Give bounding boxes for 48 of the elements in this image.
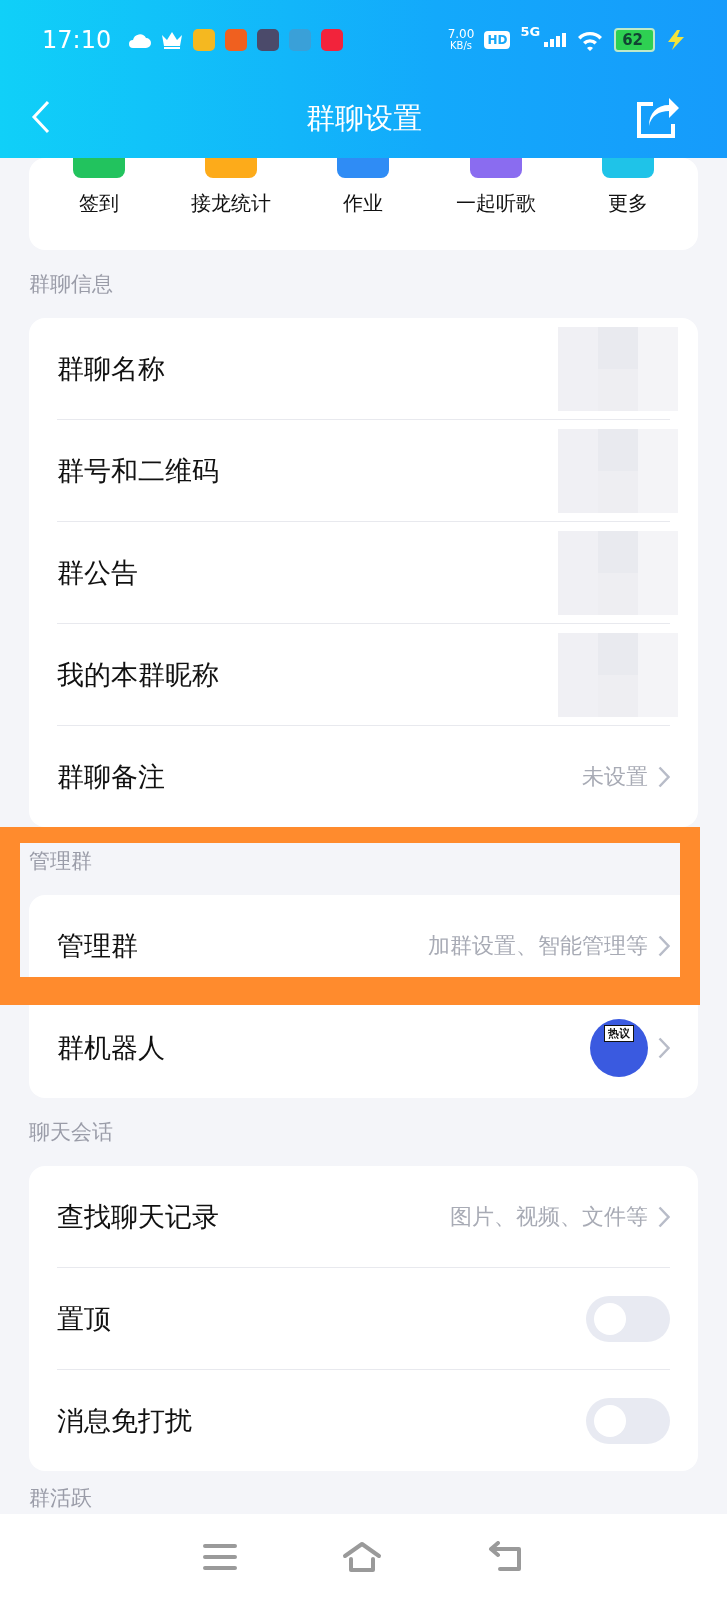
menu-icon[interactable] [202, 1543, 237, 1571]
section-title: 群聊信息 [29, 273, 113, 295]
setting-label[interactable]: 群聊备注 [57, 758, 165, 795]
section-title: 聊天会话 [29, 1121, 113, 1143]
action-label[interactable]: 更多 [607, 190, 648, 217]
network-label: 5G [520, 24, 541, 39]
action-label[interactable]: 签到 [79, 190, 120, 217]
setting-label[interactable]: 群聊名称 [57, 350, 165, 387]
setting-value: 图片、视频、文件等 [450, 1202, 648, 1231]
setting-label[interactable]: 消息免打扰 [57, 1402, 192, 1439]
setting-value: 未设置 [582, 762, 648, 791]
setting-label[interactable]: 我的本群昵称 [57, 656, 219, 693]
battery-level: 62 [614, 28, 655, 52]
section-title: 管理群 [29, 850, 92, 872]
avatar-badge: 热议 [604, 1024, 634, 1042]
action-label[interactable]: 接龙统计 [191, 190, 272, 217]
setting-label[interactable]: 群公告 [57, 554, 138, 591]
setting-value: 加群设置、智能管理等 [428, 931, 648, 960]
signal-icon [544, 33, 567, 47]
setting-label[interactable]: 置顶 [57, 1300, 111, 1337]
home-icon[interactable] [342, 1541, 383, 1573]
share-icon[interactable] [635, 98, 679, 138]
net-speed: 7.00 [447, 28, 475, 40]
app-icon [225, 29, 248, 51]
hd-badge: HD [484, 31, 511, 49]
wifi-icon [576, 29, 605, 51]
crown-icon [161, 31, 184, 49]
setting-label[interactable]: 查找聊天记录 [57, 1198, 219, 1235]
status-time: 17:10 [42, 26, 112, 54]
setting-label[interactable]: 群号和二维码 [57, 452, 219, 489]
chevron-icon [658, 765, 670, 788]
charging-icon [665, 29, 687, 51]
action-label[interactable]: 作业 [343, 190, 384, 217]
setting-label[interactable]: 管理群 [57, 927, 138, 964]
app-icon [289, 29, 312, 51]
action-label[interactable]: 一起听歌 [455, 190, 536, 217]
robot-avatar[interactable]: 热议 [590, 1018, 648, 1077]
app-icon [257, 29, 280, 51]
section-title: 群活跃 [29, 1488, 92, 1509]
app-icon [321, 29, 344, 51]
back-icon[interactable] [31, 100, 51, 134]
page-title: 群聊设置 [305, 100, 422, 137]
app-icon [193, 29, 216, 51]
chevron-icon [658, 1205, 670, 1228]
setting-label[interactable]: 群机器人 [57, 1029, 165, 1066]
net-unit: KB/s [450, 40, 473, 52]
chevron-icon [658, 1036, 670, 1059]
chevron-icon [658, 934, 670, 957]
